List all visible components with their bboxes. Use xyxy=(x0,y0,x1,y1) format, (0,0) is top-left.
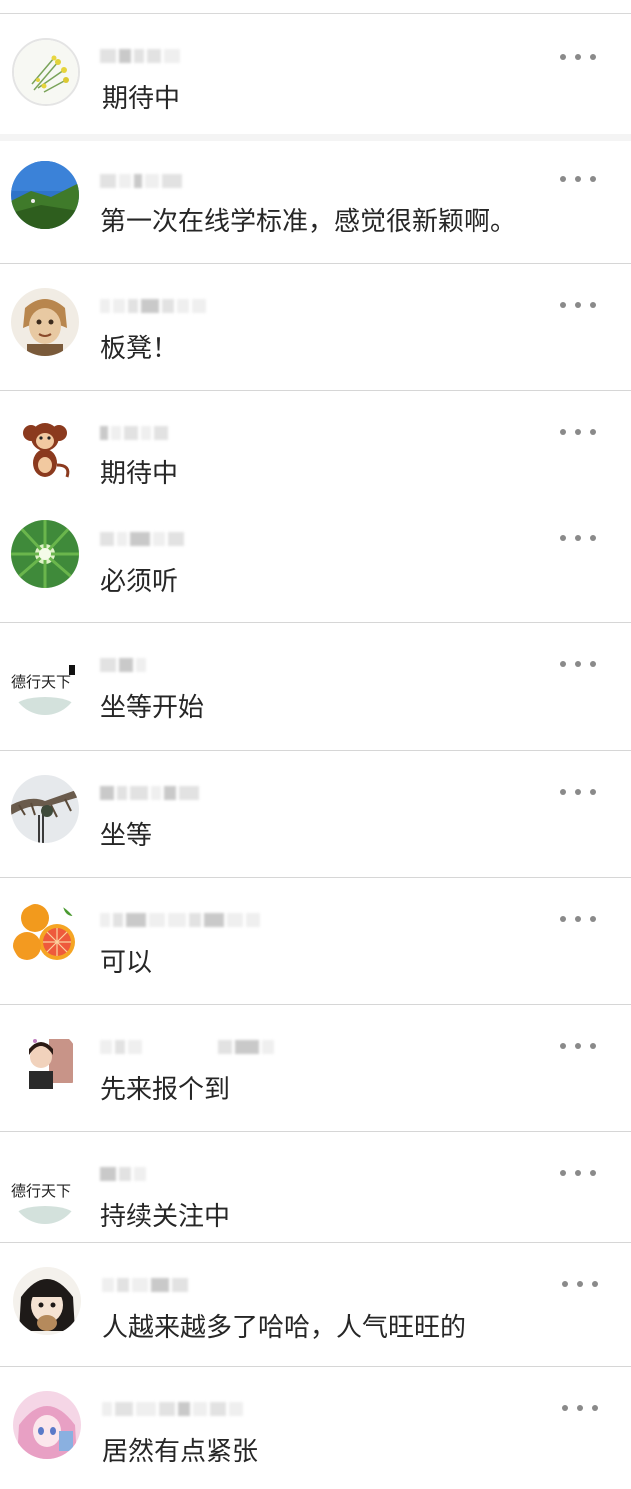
comment-item: 期待中 xyxy=(0,14,631,136)
comment-text: 期待中 xyxy=(100,459,179,489)
comment-item: 德行天下 持续关注中 xyxy=(0,1132,631,1242)
portrait-woman-icon xyxy=(11,1029,79,1097)
avatar[interactable]: 德行天下 xyxy=(11,1156,79,1224)
cartoon-monkey-icon xyxy=(11,415,79,483)
username-blurred xyxy=(100,1035,274,1059)
comment-item: 板凳！ xyxy=(0,264,631,390)
username-blurred xyxy=(100,527,184,551)
svg-text:德行天下: 德行天下 xyxy=(11,1182,71,1200)
username-blurred xyxy=(100,421,168,445)
comment-text: 先来报个到 xyxy=(100,1075,231,1105)
username-blurred xyxy=(102,1273,188,1297)
comment-text: 人越来越多了哈哈，人气旺旺的 xyxy=(102,1313,467,1343)
comment-item: 先来报个到 xyxy=(0,1005,631,1131)
comment-item: 居然有点紧张 xyxy=(0,1367,631,1489)
avatar[interactable] xyxy=(11,520,79,588)
more-options-button[interactable] xyxy=(560,169,596,189)
avatar[interactable] xyxy=(11,415,79,483)
more-options-button[interactable] xyxy=(560,782,596,802)
comment-item: 期待中 xyxy=(0,391,631,495)
username-blurred xyxy=(102,1397,243,1421)
avatar[interactable] xyxy=(11,902,79,970)
more-options-button[interactable] xyxy=(562,1398,598,1418)
comment-text: 期待中 xyxy=(102,84,181,114)
avatar[interactable] xyxy=(11,288,79,356)
more-options-button[interactable] xyxy=(560,1036,596,1056)
comment-item: 人越来越多了哈哈，人气旺旺的 xyxy=(0,1243,631,1366)
comment-item: 可以 xyxy=(0,878,631,1004)
grapefruit-icon xyxy=(11,902,79,970)
svg-text:德行天下: 德行天下 xyxy=(11,673,71,691)
more-options-button[interactable] xyxy=(560,422,596,442)
comment-text: 必须听 xyxy=(100,567,179,597)
avatar[interactable] xyxy=(11,161,79,229)
comment-item: 第一次在线学标准，感觉很新颖啊。 xyxy=(0,141,631,263)
username-blurred xyxy=(100,653,146,677)
calligraphy-icon: 德行天下 xyxy=(11,1156,79,1224)
flower-sketch-icon xyxy=(14,40,78,104)
bamboo-forest-icon xyxy=(11,520,79,588)
comment-text: 可以 xyxy=(100,948,153,978)
avatar[interactable] xyxy=(11,775,79,843)
monkey-king-icon xyxy=(11,288,79,356)
cartoon-girl-icon xyxy=(13,1267,81,1335)
calligraphy-icon: 德行天下 xyxy=(11,647,79,715)
more-options-button[interactable] xyxy=(560,1163,596,1183)
comment-text: 持续关注中 xyxy=(100,1202,231,1232)
avatar[interactable] xyxy=(13,1267,81,1335)
more-options-button[interactable] xyxy=(562,1274,598,1294)
more-options-button[interactable] xyxy=(560,295,596,315)
username-blurred xyxy=(100,781,199,805)
tree-silhouette-icon xyxy=(11,775,79,843)
more-options-button[interactable] xyxy=(560,47,596,67)
avatar[interactable] xyxy=(12,38,80,106)
comment-item: 德行天下 坐等开始 xyxy=(0,623,631,750)
comment-text: 坐等开始 xyxy=(100,693,205,723)
username-blurred xyxy=(100,169,182,193)
avatar[interactable] xyxy=(11,1029,79,1097)
avatar[interactable] xyxy=(13,1391,81,1459)
username-blurred xyxy=(100,294,206,318)
comment-text: 板凳！ xyxy=(100,334,179,364)
comment-item: 坐等 xyxy=(0,751,631,877)
comment-item: 必须听 xyxy=(0,495,631,622)
username-blurred xyxy=(100,908,260,932)
section-gap xyxy=(0,134,631,141)
mountain-sky-icon xyxy=(11,161,79,229)
comment-text: 第一次在线学标准，感觉很新颖啊。 xyxy=(100,207,517,237)
anime-pink-hair-icon xyxy=(13,1391,81,1459)
username-blurred xyxy=(100,44,180,68)
more-options-button[interactable] xyxy=(560,654,596,674)
more-options-button[interactable] xyxy=(560,909,596,929)
comment-text: 居然有点紧张 xyxy=(102,1437,259,1467)
avatar[interactable]: 德行天下 xyxy=(11,647,79,715)
more-options-button[interactable] xyxy=(560,528,596,548)
comment-text: 坐等 xyxy=(100,821,153,851)
username-blurred xyxy=(100,1162,146,1186)
